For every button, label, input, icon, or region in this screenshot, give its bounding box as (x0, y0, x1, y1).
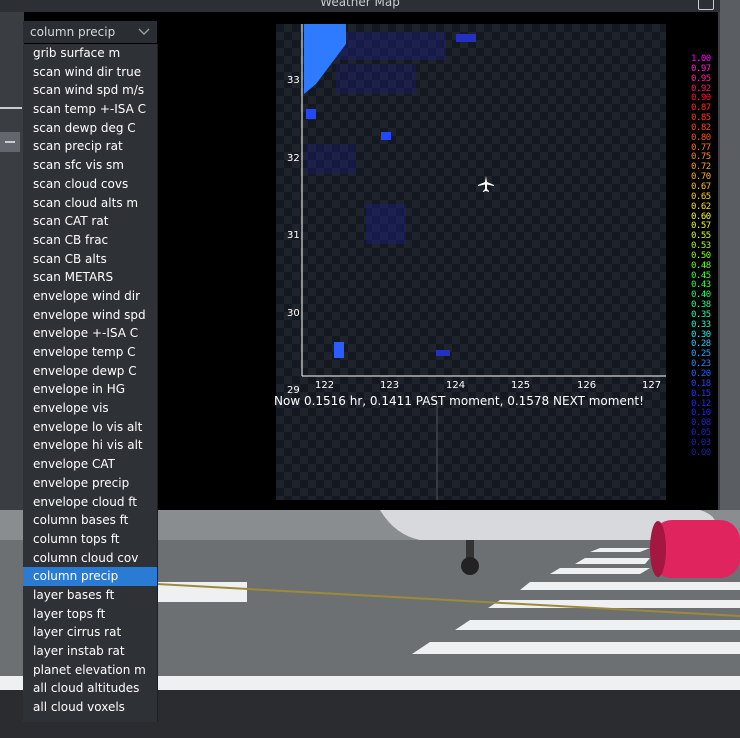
dropdown-option[interactable]: scan METARS (23, 268, 157, 287)
dropdown-option[interactable]: grib surface m (23, 44, 157, 63)
dropdown-option[interactable]: envelope precip (23, 474, 157, 493)
precip-map: 33 32 31 30 29 122 123 124 125 126 127 (276, 24, 666, 500)
dropdown-option[interactable]: scan cloud covs (23, 175, 157, 194)
dropdown-option[interactable]: scan dewp deg C (23, 119, 157, 138)
dropdown-option[interactable]: envelope +-ISA C (23, 324, 157, 343)
dropdown-option[interactable]: envelope cloud ft (23, 493, 157, 512)
dropdown-option[interactable]: scan cloud alts m (23, 194, 157, 213)
dropdown-option[interactable]: scan CB alts (23, 250, 157, 269)
dropdown-option[interactable]: envelope temp C (23, 343, 157, 362)
window-title: Weather Map (320, 0, 400, 9)
y-tick-label: 32 (287, 153, 300, 164)
dropdown-option[interactable]: envelope CAT (23, 455, 157, 474)
map-plot (301, 24, 666, 500)
airplane-icon (478, 176, 494, 192)
left-gutter (0, 12, 24, 510)
x-tick-label: 123 (380, 380, 400, 391)
dropdown-option[interactable]: column cloud cov (23, 549, 157, 568)
x-tick-label: 127 (642, 380, 662, 391)
x-tick-label: 126 (577, 380, 597, 391)
dropdown-option[interactable]: envelope lo vis alt (23, 418, 157, 437)
y-tick-label: 31 (287, 230, 300, 241)
dropdown-option[interactable]: layer tops ft (23, 605, 157, 624)
layer-select-value: column precip (30, 25, 116, 39)
dropdown-option[interactable]: all cloud voxels (23, 698, 157, 717)
chevron-down-icon (138, 28, 150, 35)
precip-scale-legend: 1.00 0.97 0.95 0.92 0.90 0.87 0.85 0.82 0.80 0.77… (691, 54, 717, 459)
dropdown-option[interactable]: scan CB frac (23, 231, 157, 250)
dropdown-option[interactable]: scan precip rat (23, 137, 157, 156)
dropdown-option[interactable]: envelope wind dir (23, 287, 157, 306)
dropdown-option[interactable]: column bases ft (23, 511, 157, 530)
dropdown-option[interactable]: envelope in HG (23, 380, 157, 399)
dropdown-option[interactable]: layer bases ft (23, 586, 157, 605)
pop-out-icon[interactable] (698, 0, 714, 10)
dropdown-option[interactable]: scan wind spd m/s (23, 81, 157, 100)
dropdown-option[interactable]: scan sfc vis sm (23, 156, 157, 175)
y-tick-label: 30 (287, 308, 300, 319)
collapse-tab[interactable] (0, 132, 20, 152)
y-tick-label: 33 (287, 75, 300, 86)
x-tick-label: 122 (315, 380, 335, 391)
dropdown-option[interactable]: all cloud altitudes (23, 679, 157, 698)
dropdown-option[interactable]: envelope vis (23, 399, 157, 418)
dropdown-option[interactable]: envelope hi vis alt (23, 436, 157, 455)
window-titlebar[interactable]: Weather Map (0, 0, 720, 12)
x-tick-label: 124 (446, 380, 466, 391)
dropdown-option[interactable]: column tops ft (23, 530, 157, 549)
dropdown-option[interactable]: scan wind dir true (23, 63, 157, 82)
dropdown-option[interactable]: column precip (23, 567, 157, 586)
x-tick-label: 125 (511, 380, 531, 391)
time-status-text: Now 0.1516 hr, 0.1411 PAST moment, 0.157… (274, 394, 644, 408)
layer-dropdown-list: grib surface m scan wind dir true scan win… (23, 44, 158, 722)
dropdown-option[interactable]: envelope wind spd (23, 306, 157, 325)
dropdown-option[interactable]: envelope dewp C (23, 362, 157, 381)
dropdown-option[interactable]: planet elevation m (23, 661, 157, 680)
dropdown-option[interactable]: scan CAT rat (23, 212, 157, 231)
dropdown-option[interactable]: layer cirrus rat (23, 623, 157, 642)
scale-label: 0.00 (691, 447, 711, 458)
dropdown-option[interactable]: scan temp +-ISA C (23, 100, 157, 119)
layer-select[interactable]: column precip (23, 21, 157, 43)
gutter-divider (0, 107, 22, 109)
dropdown-option[interactable]: layer instab rat (23, 642, 157, 661)
